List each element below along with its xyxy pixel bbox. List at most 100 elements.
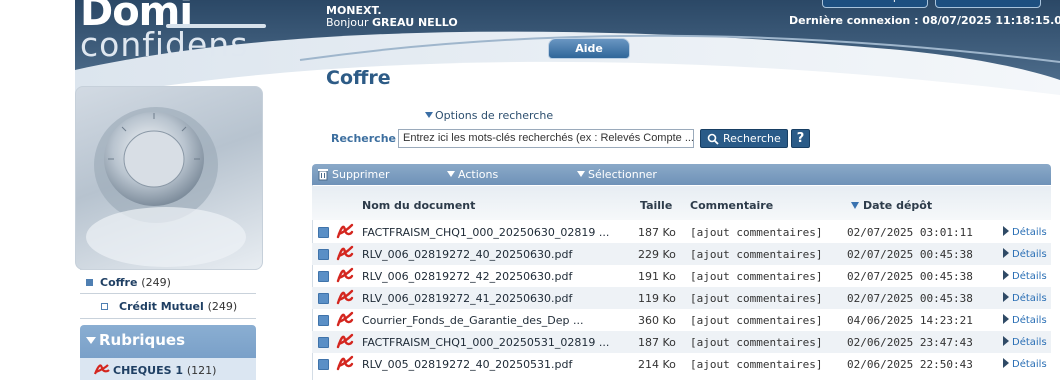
add-comment-link[interactable]: [ajout commentaires] (690, 292, 822, 305)
document-date: 04/06/2025 14:23:21 (847, 314, 973, 327)
details-link[interactable]: Détails (1003, 292, 1047, 304)
table-row[interactable]: RLV_006_02819272_42_20250630.pdf 191 Ko [a… (312, 265, 1051, 287)
search-options-toggle[interactable]: Options de recherche (425, 109, 553, 122)
row-checkbox[interactable] (318, 227, 329, 238)
search-label: Recherche (331, 132, 396, 145)
search-button[interactable]: Recherche (700, 129, 788, 148)
document-size: 360 Ko (638, 314, 676, 327)
column-header-date-label: Date dépôt (863, 199, 933, 212)
document-name-link[interactable]: RLV_006_02819272_40_20250630.pdf (362, 248, 572, 261)
search-button-label: Recherche (723, 132, 781, 145)
sidebar-coffre-label: Coffre (100, 276, 138, 289)
user-name: GREAU NELLO (372, 16, 458, 29)
credit-bullet-icon (101, 303, 108, 310)
sidebar-item-credit-mutuel[interactable]: Crédit Mutuel (249) (119, 300, 237, 313)
document-toolbar (312, 164, 1051, 185)
rubrique-item-cheques[interactable]: CHEQUES 1 (121) (113, 364, 216, 377)
row-checkbox[interactable] (318, 337, 329, 348)
triangle-right-icon (1003, 336, 1009, 346)
select-menu[interactable]: Sélectionner (577, 168, 657, 181)
row-checkbox[interactable] (318, 249, 329, 260)
row-checkbox[interactable] (318, 359, 329, 370)
table-row[interactable]: FACTFRAISM_CHQ1_000_20250531_02819 ... 18… (312, 331, 1051, 353)
document-size: 119 Ko (638, 292, 676, 305)
document-date: 02/07/2025 00:45:38 (847, 248, 973, 261)
table-row[interactable]: RLV_006_02819272_41_20250630.pdf 119 Ko [a… (312, 287, 1051, 309)
add-comment-link[interactable]: [ajout commentaires] (690, 270, 822, 283)
rubriques-title[interactable]: Rubriques (99, 331, 185, 349)
column-header-name[interactable]: Nom du document (362, 199, 475, 212)
pdf-icon (93, 364, 110, 375)
back-to-accounts-button[interactable]: Retour comptes (822, 0, 928, 8)
document-name-link[interactable]: RLV_006_02819272_41_20250630.pdf (362, 292, 572, 305)
details-label: Détails (1012, 359, 1047, 370)
row-checkbox[interactable] (318, 293, 329, 304)
triangle-down-icon (577, 171, 585, 177)
details-link[interactable]: Détails (1003, 226, 1047, 238)
pdf-icon (335, 266, 355, 287)
triangle-right-icon (1003, 270, 1009, 280)
triangle-right-icon (1003, 292, 1009, 302)
table-row[interactable]: RLV_006_02819272_40_20250630.pdf 229 Ko [a… (312, 243, 1051, 265)
pdf-icon (335, 244, 355, 265)
document-date: 02/07/2025 00:45:38 (847, 270, 973, 283)
details-link[interactable]: Détails (1003, 248, 1047, 260)
details-label: Détails (1012, 271, 1047, 282)
details-link[interactable]: Détails (1003, 358, 1047, 370)
rubrique-cheques-label: CHEQUES 1 (113, 364, 183, 377)
help-button[interactable]: ? (791, 129, 810, 148)
actions-menu[interactable]: Actions (447, 168, 498, 181)
row-checkbox[interactable] (318, 271, 329, 282)
document-name-link[interactable]: Courrier_Fonds_de_Garantie_des_Dep ... (362, 314, 584, 327)
sidebar-item-coffre[interactable]: Coffre (249) (86, 276, 171, 289)
triangle-down-icon (425, 112, 433, 118)
triangle-right-icon (1003, 248, 1009, 258)
table-row[interactable]: Courrier_Fonds_de_Garantie_des_Dep ... 36… (312, 309, 1051, 331)
document-name-link[interactable]: FACTFRAISM_CHQ1_000_20250630_02819 ... (362, 226, 609, 239)
sidebar-divider (80, 318, 256, 319)
column-header-comment[interactable]: Commentaire (690, 199, 773, 212)
document-name-link[interactable]: FACTFRAISM_CHQ1_000_20250531_02819 ... (362, 336, 609, 349)
row-checkbox[interactable] (318, 315, 329, 326)
document-name-link[interactable]: RLV_006_02819272_42_20250630.pdf (362, 270, 572, 283)
document-date: 02/06/2025 22:50:43 (847, 358, 973, 371)
details-link[interactable]: Détails (1003, 336, 1047, 348)
page-title: Coffre (326, 67, 391, 89)
column-header-size[interactable]: Taille (640, 199, 672, 212)
search-input[interactable]: Entrez ici les mots-clés recherchés (ex … (398, 129, 694, 148)
greeting: Bonjour GREAU NELLO (326, 16, 458, 29)
document-size: 191 Ko (638, 270, 676, 283)
add-comment-link[interactable]: [ajout commentaires] (690, 336, 822, 349)
details-label: Détails (1012, 227, 1047, 238)
column-header-date[interactable]: Date dépôt (851, 199, 932, 212)
details-label: Détails (1012, 249, 1047, 260)
add-comment-link[interactable]: [ajout commentaires] (690, 226, 822, 239)
trash-icon[interactable] (316, 167, 330, 181)
sidebar-divider (80, 293, 256, 294)
document-size: 187 Ko (638, 336, 676, 349)
delete-button[interactable]: Supprimer (332, 168, 390, 181)
search-options-label: Options de recherche (435, 109, 554, 122)
help-tab[interactable]: Aide (548, 38, 630, 59)
logout-button[interactable]: Déconnexion (935, 0, 1041, 8)
add-comment-link[interactable]: [ajout commentaires] (690, 248, 822, 261)
greeting-prefix: Bonjour (326, 16, 373, 29)
triangle-right-icon (1003, 226, 1009, 236)
details-link[interactable]: Détails (1003, 270, 1047, 282)
add-comment-link[interactable]: [ajout commentaires] (690, 358, 822, 371)
details-label: Détails (1012, 293, 1047, 304)
pdf-icon (335, 354, 355, 375)
table-row[interactable]: RLV_005_02819272_40_20250531.pdf 214 Ko [a… (312, 353, 1051, 375)
triangle-right-icon (1003, 358, 1009, 368)
collapse-arrow-icon[interactable] (86, 337, 96, 344)
details-link[interactable]: Détails (1003, 314, 1047, 326)
pdf-icon (335, 222, 355, 243)
table-row[interactable]: FACTFRAISM_CHQ1_000_20250630_02819 ... 18… (312, 221, 1051, 243)
actions-label: Actions (458, 168, 499, 181)
safe-illustration (75, 86, 263, 270)
details-label: Détails (1012, 337, 1047, 348)
rubrique-cheques-count: (121) (186, 364, 217, 377)
document-name-link[interactable]: RLV_005_02819272_40_20250531.pdf (362, 358, 572, 371)
pdf-icon (335, 288, 355, 309)
add-comment-link[interactable]: [ajout commentaires] (690, 314, 822, 327)
